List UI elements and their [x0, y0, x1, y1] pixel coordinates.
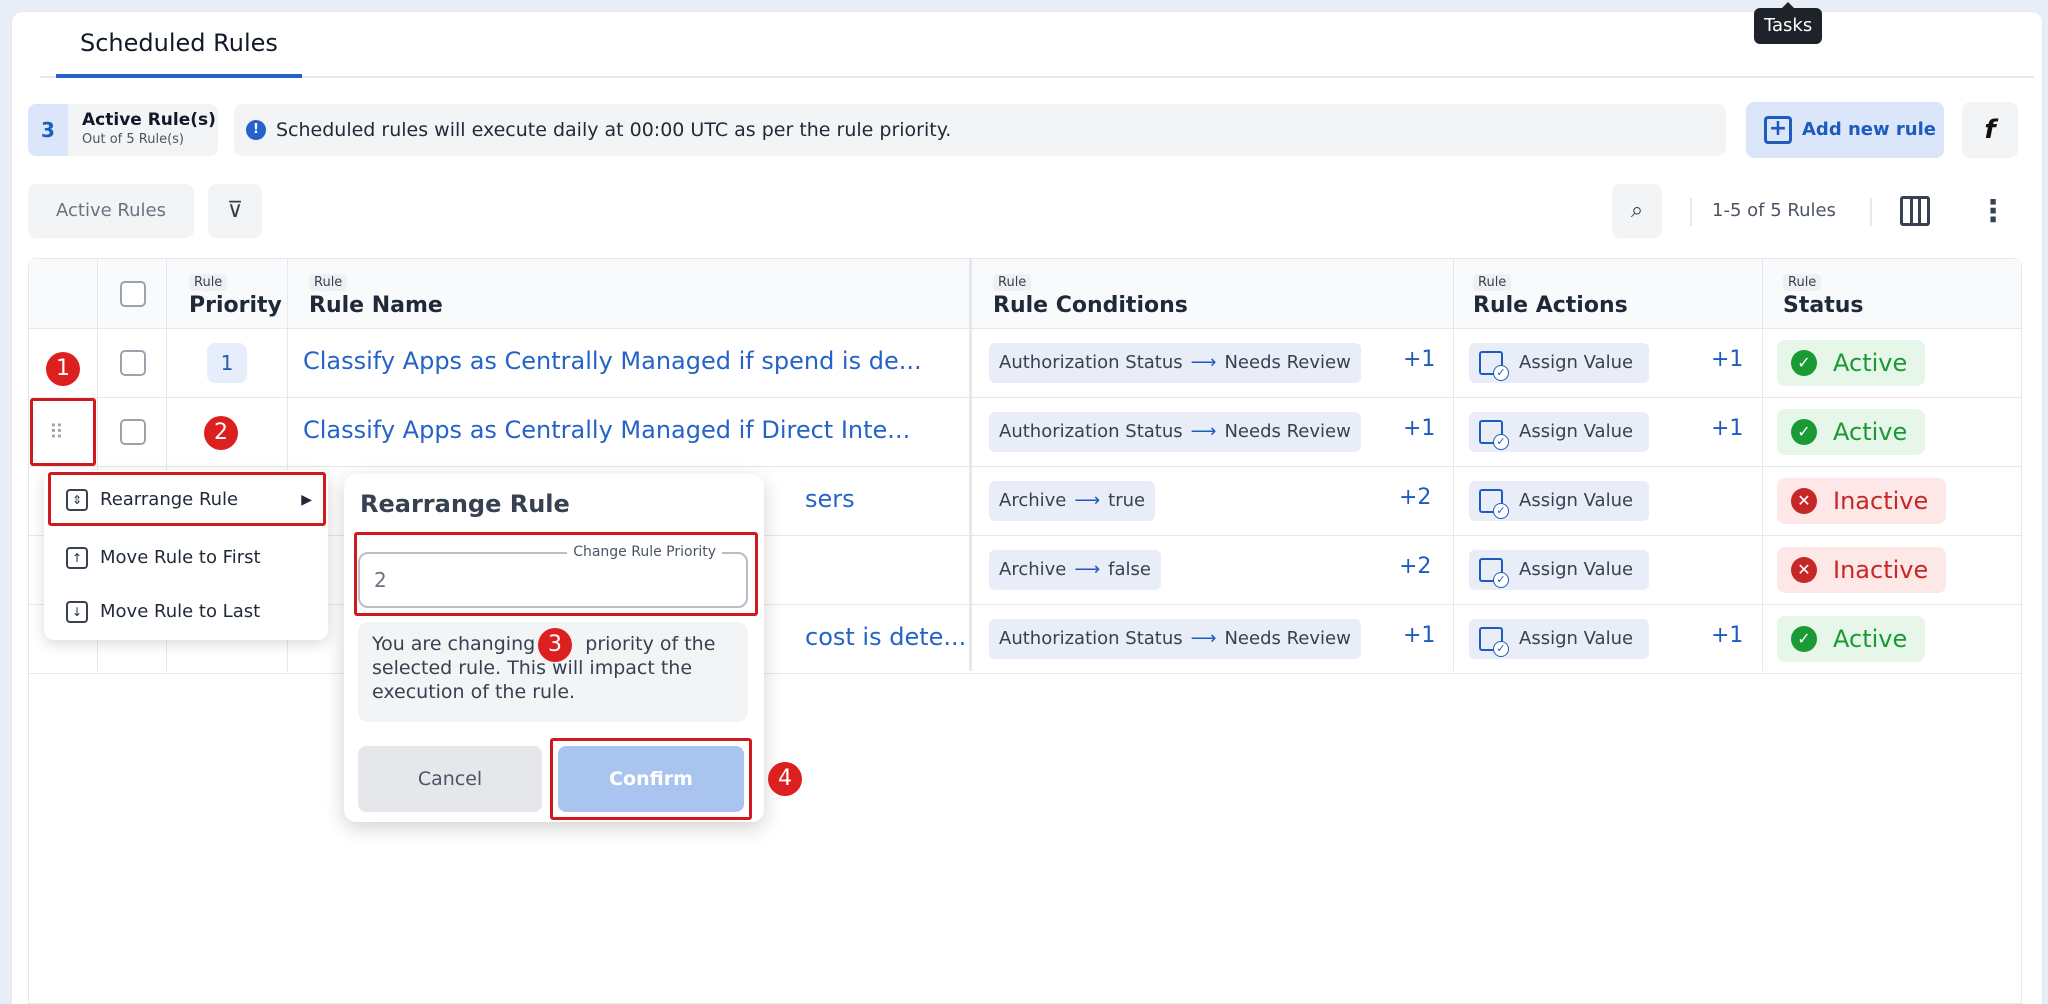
- annotation-box-confirm: [550, 738, 752, 820]
- priority-chip: 1: [207, 343, 247, 383]
- annotation-box-drag-handle: [30, 398, 96, 466]
- automation-icon[interactable]: f: [1962, 102, 2018, 158]
- annotation-box-priority: [354, 532, 758, 616]
- rules-count-label: 1-5 of 5 Rules: [1712, 200, 1836, 221]
- menu-item-move-last[interactable]: ↓ Move Rule to Last: [58, 590, 322, 634]
- assign-value-icon: [1479, 558, 1509, 588]
- menu-item-move-first[interactable]: ↑ Move Rule to First: [58, 536, 322, 580]
- annotation-1: 1: [46, 352, 80, 386]
- action-chip: Assign Value: [1469, 619, 1649, 659]
- col-priority[interactable]: Rule Priority: [189, 271, 282, 318]
- arrow-right-icon: ⟶: [1190, 628, 1217, 649]
- annotation-4: 4: [768, 762, 802, 796]
- more-conditions[interactable]: +1: [1403, 347, 1435, 372]
- x-circle-icon: ✕: [1791, 557, 1817, 583]
- arrow-down-icon: ↓: [66, 601, 88, 623]
- arrow-right-icon: ⟶: [1190, 421, 1217, 442]
- row-checkbox[interactable]: [120, 350, 146, 376]
- info-banner: ! Scheduled rules will execute daily at …: [234, 104, 1726, 156]
- active-rules-filter[interactable]: Active Rules: [28, 184, 194, 238]
- status-badge: ✓ Active: [1777, 409, 1926, 455]
- more-actions[interactable]: +1: [1711, 416, 1743, 441]
- add-new-rule-button[interactable]: + Add new rule: [1746, 102, 1944, 158]
- status-badge: ✕ Inactive: [1777, 547, 1947, 593]
- tab-scheduled-rules[interactable]: Scheduled Rules: [56, 30, 302, 78]
- condition-chip: Archive ⟶ true: [989, 481, 1156, 521]
- assign-value-icon: [1479, 351, 1509, 381]
- x-circle-icon: ✕: [1791, 488, 1817, 514]
- check-circle-icon: ✓: [1791, 350, 1817, 376]
- select-all-checkbox[interactable]: [120, 281, 146, 307]
- tasks-tooltip: Tasks: [1754, 2, 1823, 44]
- assign-value-icon: [1479, 627, 1509, 657]
- condition-chip: Authorization Status ⟶ Needs Review: [989, 343, 1361, 383]
- table-row[interactable]: 1 Classify Apps as Centrally Managed if …: [29, 329, 2021, 398]
- tab-bar: Scheduled Rules: [40, 12, 2034, 78]
- condition-chip: Authorization Status ⟶ Needs Review: [989, 412, 1361, 452]
- cancel-button[interactable]: Cancel: [358, 746, 542, 812]
- arrow-up-icon: ↑: [66, 547, 88, 569]
- banner-text: Scheduled rules will execute daily at 00…: [276, 119, 952, 141]
- annotation-3: 3: [538, 628, 572, 662]
- columns-icon[interactable]: [1900, 196, 1930, 226]
- condition-chip: Authorization Status ⟶ Needs Review: [989, 619, 1361, 659]
- more-conditions[interactable]: +2: [1399, 485, 1431, 510]
- status-badge: ✓ Active: [1777, 616, 1926, 662]
- dialog-title: Rearrange Rule: [360, 490, 570, 518]
- add-new-rule-label: Add new rule: [1802, 119, 1936, 140]
- status-badge: ✓ Active: [1777, 340, 1926, 386]
- condition-chip: Archive ⟶ false: [989, 550, 1161, 590]
- action-chip: Assign Value: [1469, 343, 1649, 383]
- more-options-icon[interactable]: ⋮: [1978, 194, 2008, 230]
- add-icon: +: [1764, 116, 1792, 144]
- more-conditions[interactable]: +1: [1403, 623, 1435, 648]
- annotation-box-rearrange: [48, 472, 326, 526]
- info-icon: !: [246, 120, 266, 140]
- assign-value-icon: [1479, 420, 1509, 450]
- active-rules-summary: 3 Active Rule(s) Out of 5 Rule(s): [28, 104, 218, 156]
- more-actions[interactable]: +1: [1711, 347, 1743, 372]
- more-conditions[interactable]: +2: [1399, 554, 1431, 579]
- action-chip: Assign Value: [1469, 412, 1649, 452]
- col-rule-conditions[interactable]: Rule Rule Conditions: [993, 271, 1188, 318]
- search-icon[interactable]: ⌕: [1612, 184, 1662, 238]
- status-badge: ✕ Inactive: [1777, 478, 1947, 524]
- more-actions[interactable]: +1: [1711, 623, 1743, 648]
- row-checkbox[interactable]: [120, 419, 146, 445]
- col-status[interactable]: Rule Status: [1783, 271, 1863, 318]
- rule-name-link[interactable]: Classify Apps as Centrally Managed if Di…: [303, 416, 910, 444]
- col-rule-actions[interactable]: Rule Rule Actions: [1473, 271, 1628, 318]
- active-count: 3: [28, 104, 68, 156]
- add-filter-icon[interactable]: ⊽: [208, 184, 262, 238]
- check-circle-icon: ✓: [1791, 419, 1817, 445]
- check-circle-icon: ✓: [1791, 626, 1817, 652]
- table-row[interactable]: ⠿ Classify Apps as Centrally Managed if …: [29, 398, 2021, 467]
- active-count-subtitle: Out of 5 Rule(s): [82, 132, 184, 147]
- action-chip: Assign Value: [1469, 481, 1649, 521]
- active-count-title: Active Rule(s): [82, 110, 216, 130]
- annotation-2: 2: [204, 416, 238, 450]
- rule-name-link[interactable]: cost is dete...: [805, 623, 966, 651]
- rule-name-link[interactable]: Classify Apps as Centrally Managed if sp…: [303, 347, 922, 375]
- arrow-right-icon: ⟶: [1190, 352, 1217, 373]
- rule-name-link[interactable]: sers: [805, 485, 855, 513]
- table-header: Rule Priority Rule Rule Name Rule Rule C…: [29, 259, 2021, 329]
- arrow-right-icon: ⟶: [1074, 559, 1101, 580]
- assign-value-icon: [1479, 489, 1509, 519]
- arrow-right-icon: ⟶: [1074, 490, 1101, 511]
- divider: [1690, 198, 1692, 226]
- col-rule-name[interactable]: Rule Rule Name: [309, 271, 443, 318]
- divider: [1870, 198, 1872, 226]
- more-conditions[interactable]: +1: [1403, 416, 1435, 441]
- action-chip: Assign Value: [1469, 550, 1649, 590]
